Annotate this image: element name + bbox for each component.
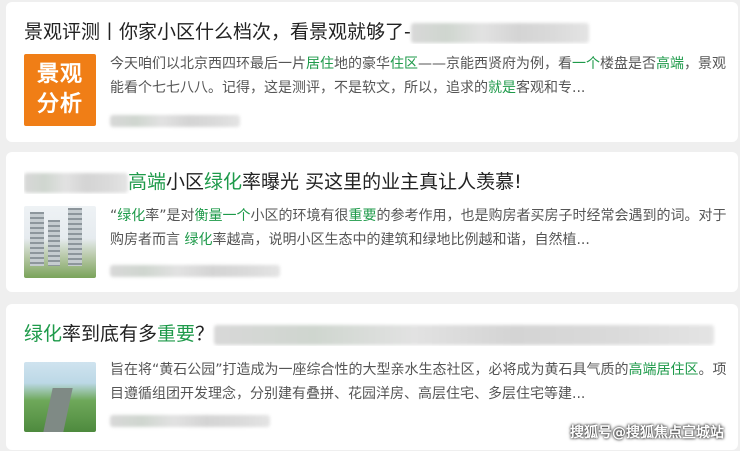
snippet-text: ——京能西贤府为例，看 — [418, 56, 572, 72]
snippet-highlight: 高端 — [628, 362, 657, 378]
result-meta-3 — [110, 410, 270, 429]
blurred-text — [214, 324, 715, 345]
snippet-text: 楼盘是否 — [600, 56, 656, 72]
snippet-highlight: 重要 — [348, 208, 377, 224]
badge-line1: 景观 — [36, 62, 83, 87]
snippet-highlight: 衡量 — [194, 208, 223, 224]
title-text[interactable]: 景观评测丨你家小区什么档次，看景观就够了- — [24, 21, 411, 43]
result-title-1[interactable]: 景观评测丨你家小区什么档次，看景观就够了- — [24, 20, 730, 44]
result-snippet-1: 今天咱们以北京西四环最后一片居住地的豪华住区——京能西贤府为例，看一个楼盘是否高… — [110, 52, 728, 100]
title-highlight: 绿化 — [204, 171, 243, 193]
result-snippet-3: 旨在将“黄石公园”打造成为一座综合性的大型亲水生态社区，必将成为黄石具气质的高端… — [110, 358, 728, 406]
snippet-highlight: 一个 — [572, 56, 600, 72]
blurred-text — [410, 22, 589, 43]
snippet-text: 率越高，说明小区生态中的建筑和绿地比例越和谐，自然植... — [212, 232, 590, 248]
title-highlight: 绿化 — [24, 323, 63, 345]
title-text: 率曝光 买这里的业主真让人羡慕! — [242, 171, 522, 193]
snippet-highlight: 居住区 — [656, 362, 699, 378]
result-card-2[interactable]: 高端小区绿化率曝光 买这里的业主真让人羡慕! “绿化率”是对衡量一个小区的环境有… — [6, 152, 738, 292]
snippet-text: 今天咱们以北京西四环最后一片 — [110, 56, 306, 72]
result-meta-2 — [110, 260, 280, 279]
result-title-3[interactable]: 绿化率到底有多重要？ — [24, 322, 730, 346]
snippet-text: 小区的环境有很 — [250, 208, 349, 224]
title-text: 小区 — [166, 171, 205, 193]
title-highlight: 高端 — [128, 171, 167, 193]
residential-building-image — [24, 206, 96, 278]
snippet-highlight: 高端 — [656, 56, 684, 72]
result-card-3[interactable]: 绿化率到底有多重要？ 旨在将“黄石公园”打造成为一座综合性的大型亲水生态社区，必… — [6, 304, 738, 450]
snippet-text: 客观和专... — [516, 80, 586, 96]
snippet-highlight: 一个 — [222, 208, 251, 224]
blurred-text — [24, 172, 128, 193]
snippet-highlight: 绿化 — [184, 232, 213, 248]
result-meta-1 — [110, 110, 240, 129]
result-title-2[interactable]: 高端小区绿化率曝光 买这里的业主真让人羡慕! — [24, 170, 730, 194]
badge-line2: 分析 — [36, 92, 83, 117]
landscape-analysis-badge: 景观 分析 — [24, 54, 96, 126]
thumbnail-2[interactable] — [24, 206, 96, 278]
snippet-text: 率”是对 — [145, 208, 195, 224]
title-highlight: 重要 — [157, 323, 196, 345]
title-text: ？ — [195, 323, 215, 345]
snippet-text: 地的豪华 — [334, 56, 390, 72]
thumbnail-3[interactable] — [24, 362, 96, 432]
riverside-park-image — [24, 362, 96, 432]
result-card-1[interactable]: 景观评测丨你家小区什么档次，看景观就够了- 景观 分析 今天咱们以北京西四环最后… — [6, 2, 738, 142]
snippet-highlight: 就是 — [488, 80, 516, 96]
result-snippet-2: “绿化率”是对衡量一个小区的环境有很重要的参考作用，也是购房者买房子时经常会遇到… — [110, 204, 728, 252]
watermark: 搜狐号@搜狐焦点宣城站 — [570, 425, 724, 441]
snippet-highlight: 住区 — [390, 56, 418, 72]
snippet-highlight: 居住 — [306, 56, 334, 72]
snippet-highlight: 绿化 — [117, 208, 146, 224]
snippet-text: 旨在将“黄石公园”打造成为一座综合性的大型亲水生态社区，必将成为黄石具气质的 — [110, 362, 629, 378]
thumbnail-1[interactable]: 景观 分析 — [24, 54, 96, 126]
title-text: 率到底有多 — [62, 323, 158, 345]
